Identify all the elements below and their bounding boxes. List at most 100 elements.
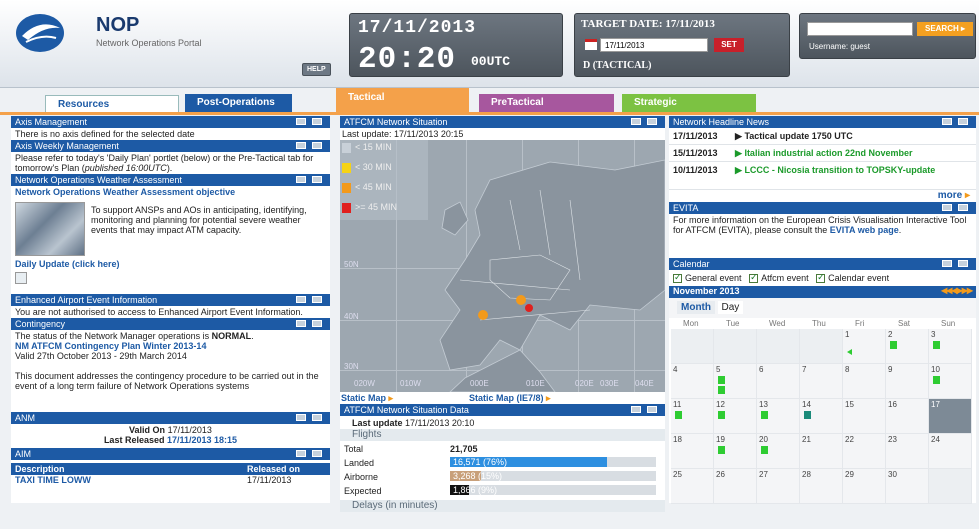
aim-row-description[interactable]: TAXI TIME LOWW: [15, 475, 91, 485]
calendar-day[interactable]: 26: [714, 469, 757, 504]
calendar-day[interactable]: 5: [714, 364, 757, 399]
static-map-ie-link[interactable]: Static Map (IE7/8) ▸: [469, 393, 551, 404]
calendar-day[interactable]: 25: [671, 469, 714, 504]
minimize-icon[interactable]: [296, 320, 306, 327]
view-month-button[interactable]: Month: [677, 301, 715, 314]
delay-marker[interactable]: [525, 304, 533, 312]
calendar-day[interactable]: 7: [800, 364, 843, 399]
static-map-link[interactable]: Static Map ▸: [341, 393, 393, 404]
help-button[interactable]: HELP: [302, 63, 331, 76]
event-marker[interactable]: [675, 411, 682, 419]
calendar-day[interactable]: 9: [886, 364, 929, 399]
weather-objective-link[interactable]: Network Operations Weather Assessment ob…: [15, 187, 326, 197]
calendar-day[interactable]: 4: [671, 364, 714, 399]
tab-pretactical[interactable]: PreTactical: [479, 94, 614, 113]
calendar-day[interactable]: 18: [671, 434, 714, 469]
view-day-button[interactable]: Day: [717, 301, 744, 314]
search-input[interactable]: [807, 22, 913, 36]
europe-map[interactable]: < 15 MIN < 30 MIN < 45 MIN >= 45 MIN 50N…: [340, 140, 665, 392]
evita-web-page-link[interactable]: EVITA web page: [830, 225, 899, 235]
maximize-icon[interactable]: [312, 414, 322, 421]
event-marker[interactable]: [718, 386, 725, 394]
minimize-icon[interactable]: [296, 450, 306, 457]
maximize-icon[interactable]: [312, 142, 322, 149]
maximize-icon[interactable]: [958, 260, 968, 267]
calendar-day[interactable]: [671, 329, 714, 364]
delay-marker[interactable]: [516, 295, 526, 305]
tab-post-operations[interactable]: Post-Operations: [185, 94, 292, 113]
list-item[interactable]: 15/11/2013 ▶ Italian industrial action 2…: [669, 145, 976, 162]
maximize-icon[interactable]: [312, 176, 322, 183]
contingency-plan-link[interactable]: NM ATFCM Contingency Plan Winter 2013-14: [15, 341, 326, 351]
event-marker[interactable]: [933, 376, 940, 384]
maximize-icon[interactable]: [647, 118, 657, 125]
calendar-day[interactable]: 20: [757, 434, 800, 469]
general-event-checkbox[interactable]: General event: [673, 272, 742, 284]
calendar-day[interactable]: 12: [714, 399, 757, 434]
maximize-icon[interactable]: [312, 296, 322, 303]
calendar-day[interactable]: 15: [843, 399, 886, 434]
more-news-link[interactable]: more ▸: [669, 190, 976, 202]
event-marker[interactable]: [804, 411, 811, 419]
news-headline[interactable]: ▶ Italian industrial action 22nd Novembe…: [735, 148, 972, 159]
calendar-day[interactable]: 6: [757, 364, 800, 399]
event-marker[interactable]: [718, 446, 725, 454]
calendar-day[interactable]: [800, 329, 843, 364]
maximize-icon[interactable]: [312, 118, 322, 125]
minimize-icon[interactable]: [942, 260, 952, 267]
calendar-day[interactable]: 10: [929, 364, 972, 399]
maximize-icon[interactable]: [958, 118, 968, 125]
calendar-day[interactable]: 17: [929, 399, 972, 434]
calendar-event-checkbox[interactable]: Calendar event: [816, 272, 889, 284]
event-marker[interactable]: [718, 376, 725, 384]
maximize-icon[interactable]: [312, 320, 322, 327]
event-marker[interactable]: [933, 341, 940, 349]
calendar-day[interactable]: 8: [843, 364, 886, 399]
news-headline[interactable]: ▶ Tactical update 1750 UTC: [735, 131, 972, 142]
minimize-icon[interactable]: [296, 176, 306, 183]
calendar-day[interactable]: 27: [757, 469, 800, 504]
minimize-icon[interactable]: [631, 406, 641, 413]
news-headline[interactable]: ▶ LCCC - Nicosia transition to TOPSKY-up…: [735, 165, 972, 176]
calendar-nav-icons[interactable]: ◀◀◀▶▶▶: [941, 286, 973, 295]
calendar-day[interactable]: 2: [886, 329, 929, 364]
calendar-day[interactable]: 1: [843, 329, 886, 364]
list-item[interactable]: 17/11/2013 ▶ Tactical update 1750 UTC: [669, 128, 976, 145]
eurocontrol-logo-icon[interactable]: [14, 12, 66, 54]
search-button[interactable]: SEARCH ▸: [917, 22, 973, 36]
delay-marker[interactable]: [478, 310, 488, 320]
calendar-day[interactable]: 13: [757, 399, 800, 434]
calendar-day[interactable]: 30: [886, 469, 929, 504]
calendar-day[interactable]: 3: [929, 329, 972, 364]
event-marker[interactable]: [761, 446, 768, 454]
event-marker[interactable]: [847, 349, 852, 355]
atfcm-event-checkbox[interactable]: Atfcm event: [749, 272, 809, 284]
calendar-day[interactable]: 22: [843, 434, 886, 469]
maximize-icon[interactable]: [958, 204, 968, 211]
target-date-input[interactable]: 17/11/2013: [600, 38, 708, 52]
event-marker[interactable]: [761, 411, 768, 419]
minimize-icon[interactable]: [942, 118, 952, 125]
tab-tactical[interactable]: Tactical: [336, 88, 469, 113]
set-button[interactable]: SET: [714, 38, 744, 52]
minimize-icon[interactable]: [296, 118, 306, 125]
calendar-day[interactable]: 28: [800, 469, 843, 504]
calendar-day[interactable]: [714, 329, 757, 364]
minimize-icon[interactable]: [296, 296, 306, 303]
calendar-day[interactable]: 24: [929, 434, 972, 469]
minimize-icon[interactable]: [296, 142, 306, 149]
calendar-icon[interactable]: [585, 39, 597, 50]
event-marker[interactable]: [890, 341, 897, 349]
calendar-day[interactable]: 29: [843, 469, 886, 504]
daily-update-link[interactable]: Daily Update (click here): [15, 259, 120, 269]
calendar-day[interactable]: 23: [886, 434, 929, 469]
minimize-icon[interactable]: [296, 414, 306, 421]
calendar-day[interactable]: [929, 469, 972, 504]
minimize-icon[interactable]: [631, 118, 641, 125]
table-row[interactable]: TAXI TIME LOWW 17/11/2013: [11, 475, 330, 485]
calendar-day[interactable]: 19: [714, 434, 757, 469]
anm-released-link[interactable]: 17/11/2013 18:15: [167, 435, 237, 445]
calendar-day[interactable]: 11: [671, 399, 714, 434]
event-marker[interactable]: [718, 411, 725, 419]
maximize-icon[interactable]: [647, 406, 657, 413]
